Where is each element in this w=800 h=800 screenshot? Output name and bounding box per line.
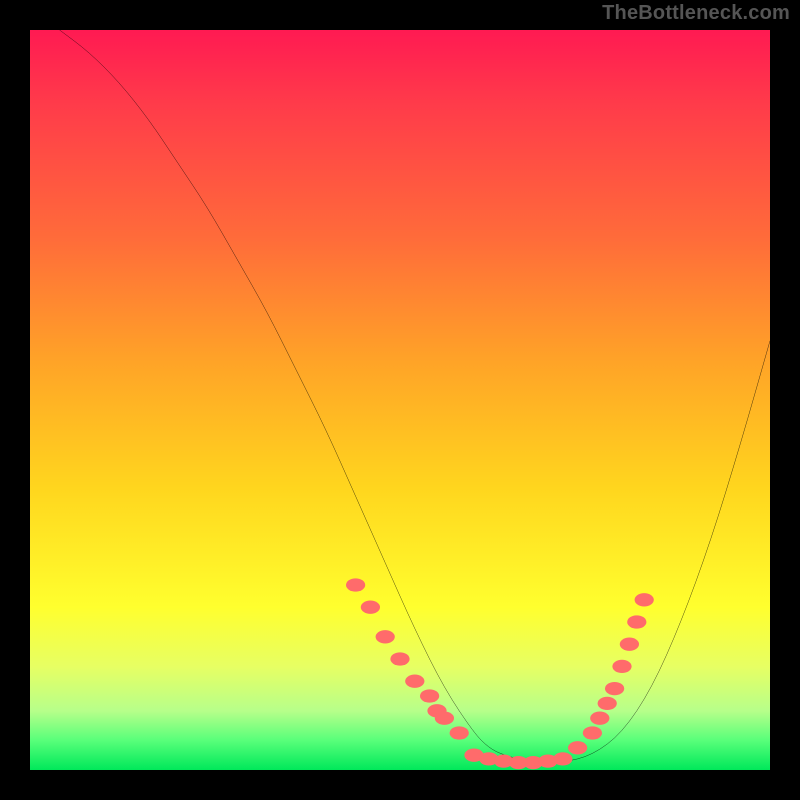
data-dot bbox=[590, 712, 609, 725]
data-dot bbox=[620, 638, 639, 651]
data-dot bbox=[405, 675, 424, 688]
data-dot bbox=[598, 697, 617, 710]
data-dot bbox=[583, 726, 602, 739]
chart-svg bbox=[30, 30, 770, 770]
data-dot bbox=[568, 741, 587, 754]
data-dot bbox=[605, 682, 624, 695]
data-dot bbox=[627, 615, 646, 628]
data-dot bbox=[450, 726, 469, 739]
data-dot bbox=[553, 752, 572, 765]
data-dot bbox=[390, 652, 409, 665]
data-dot bbox=[635, 593, 654, 606]
data-dot bbox=[376, 630, 395, 643]
bottleneck-curve bbox=[60, 30, 770, 763]
data-dot bbox=[612, 660, 631, 673]
data-dot bbox=[346, 578, 365, 591]
watermark-text: TheBottleneck.com bbox=[602, 2, 790, 25]
data-dots bbox=[346, 578, 654, 769]
data-dot bbox=[435, 712, 454, 725]
data-dot bbox=[361, 601, 380, 614]
chart-frame: TheBottleneck.com bbox=[0, 0, 800, 800]
plot-area bbox=[30, 30, 770, 770]
data-dot bbox=[420, 689, 439, 702]
